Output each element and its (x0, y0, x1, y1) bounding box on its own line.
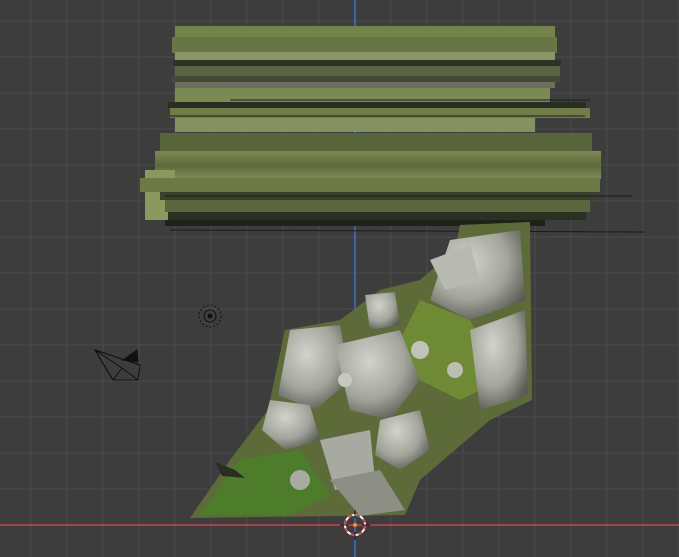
viewport-canvas[interactable] (0, 0, 679, 557)
point-light-icon[interactable] (198, 304, 222, 328)
rock-mesh[interactable] (140, 26, 646, 518)
camera-icon[interactable] (93, 349, 141, 381)
rock-slope (190, 222, 532, 518)
3d-viewport[interactable] (0, 0, 679, 557)
